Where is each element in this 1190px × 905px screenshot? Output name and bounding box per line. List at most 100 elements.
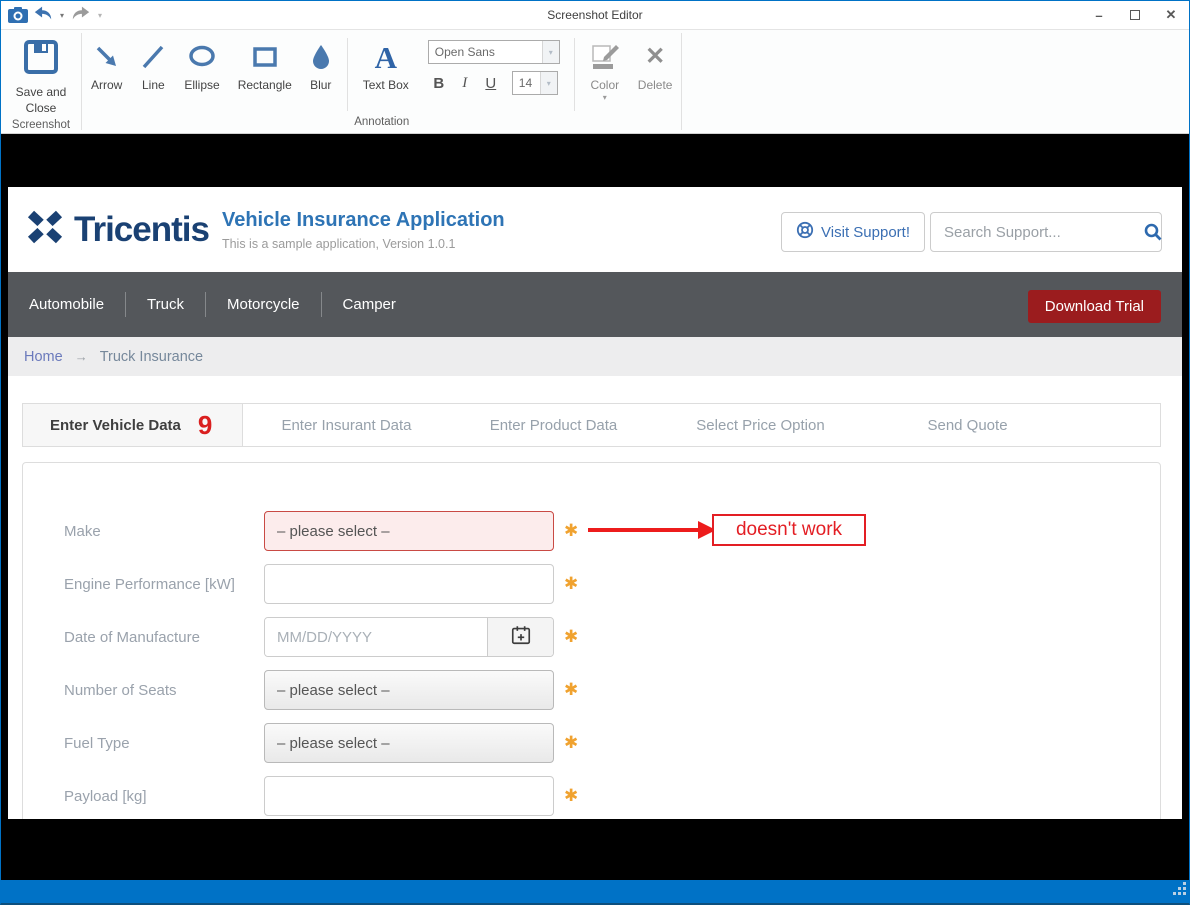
- nav-item-truck[interactable]: Truck: [126, 296, 205, 313]
- font-size-value: 14: [513, 76, 540, 90]
- delete-button[interactable]: ✕ Delete: [629, 36, 682, 92]
- form-row-engine-performance: Engine Performance [kW] ✱: [23, 564, 1160, 604]
- calendar-button[interactable]: [487, 618, 553, 656]
- required-asterisk-icon: ✱: [564, 680, 578, 700]
- number-of-seats-label: Number of Seats: [64, 682, 264, 699]
- ribbon: Save and Close Screenshot Arrow Line Ell…: [1, 30, 1189, 134]
- calendar-icon: [510, 624, 532, 651]
- download-trial-button[interactable]: Download Trial: [1028, 290, 1161, 323]
- visit-support-label: Visit Support!: [821, 224, 910, 241]
- tab-enter-insurant-data[interactable]: Enter Insurant Data: [243, 404, 450, 446]
- fuel-type-label: Fuel Type: [64, 735, 264, 752]
- font-family-value: Open Sans: [429, 45, 542, 59]
- font-size-select[interactable]: 14 ▾: [512, 71, 558, 95]
- site-header: Tricentis Vehicle Insurance Application …: [8, 187, 1182, 272]
- editor-canvas[interactable]: Tricentis Vehicle Insurance Application …: [1, 134, 1189, 880]
- line-tool-button[interactable]: Line: [131, 36, 175, 92]
- arrow-tool-label: Arrow: [91, 78, 122, 92]
- font-panel: Open Sans ▾ B I U 14 ▾: [428, 40, 560, 95]
- payload-label: Payload [kg]: [64, 788, 264, 805]
- main-nav: Automobile Truck Motorcycle Camper Downl…: [8, 272, 1182, 337]
- close-button[interactable]: ✕: [1153, 1, 1189, 29]
- color-button[interactable]: Color ▾: [581, 36, 629, 102]
- title-bar: ▾ ▾ Screenshot Editor – ✕: [1, 1, 1189, 30]
- page-subtitle: This is a sample application, Version 1.…: [222, 237, 505, 251]
- fuel-type-select[interactable]: – please select –: [264, 723, 554, 763]
- captured-webpage: Tricentis Vehicle Insurance Application …: [8, 187, 1182, 819]
- form-row-number-of-seats: Number of Seats – please select – ✱: [23, 670, 1160, 710]
- nav-item-automobile[interactable]: Automobile: [8, 296, 125, 313]
- breadcrumb-arrow-icon: →: [75, 349, 88, 364]
- page-title: Vehicle Insurance Application: [222, 209, 505, 232]
- window-controls: – ✕: [1081, 1, 1189, 29]
- search-input[interactable]: [931, 224, 1143, 241]
- annotation-note-box[interactable]: doesn't work: [712, 514, 866, 546]
- redo-icon: [71, 5, 91, 26]
- arrow-icon: [93, 38, 121, 76]
- font-family-caret-icon: ▾: [542, 41, 559, 63]
- blur-icon: [310, 38, 332, 76]
- ribbon-separator: [574, 38, 575, 111]
- undo-icon: [33, 5, 53, 26]
- minimize-button[interactable]: –: [1081, 1, 1117, 29]
- required-asterisk-icon: ✱: [564, 521, 578, 541]
- rectangle-tool-label: Rectangle: [238, 78, 292, 92]
- italic-button[interactable]: I: [454, 72, 476, 94]
- arrow-tool-button[interactable]: Arrow: [82, 36, 131, 92]
- tab-enter-vehicle-data[interactable]: Enter Vehicle Data 9: [23, 404, 243, 446]
- color-icon: [590, 38, 620, 76]
- line-tool-label: Line: [142, 78, 165, 92]
- screenshot-editor-window: ▾ ▾ Screenshot Editor – ✕ Save and Close: [0, 0, 1190, 905]
- font-family-select[interactable]: Open Sans ▾: [428, 40, 560, 64]
- resize-grip[interactable]: [1173, 882, 1187, 901]
- textbox-icon: A: [375, 42, 397, 73]
- annotation-step-number[interactable]: 9: [198, 412, 212, 438]
- make-label: Make: [64, 523, 264, 540]
- rectangle-tool-button[interactable]: Rectangle: [229, 36, 301, 92]
- ribbon-separator: [347, 38, 348, 111]
- support-search: [930, 212, 1162, 252]
- tab-select-price-option[interactable]: Select Price Option: [657, 404, 864, 446]
- tricentis-logo: Tricentis: [25, 207, 209, 252]
- ellipse-tool-button[interactable]: Ellipse: [175, 36, 228, 92]
- ribbon-group-separator: [681, 33, 682, 130]
- textbox-tool-button[interactable]: A Text Box: [354, 36, 418, 92]
- maximize-icon: [1130, 10, 1140, 20]
- redo-button[interactable]: [69, 3, 93, 27]
- make-select[interactable]: – please select –: [264, 511, 554, 551]
- ellipse-tool-label: Ellipse: [184, 78, 219, 92]
- undo-button[interactable]: [31, 3, 55, 27]
- visit-support-button[interactable]: Visit Support!: [781, 212, 925, 252]
- maximize-button[interactable]: [1117, 1, 1153, 29]
- window-title: Screenshot Editor: [1, 8, 1189, 22]
- save-and-close-button[interactable]: Save and Close: [1, 36, 81, 116]
- search-icon[interactable]: [1143, 222, 1163, 242]
- engine-performance-label: Engine Performance [kW]: [64, 576, 264, 593]
- tab-enter-product-data[interactable]: Enter Product Data: [450, 404, 657, 446]
- life-ring-icon: [796, 221, 814, 243]
- tab-send-quote[interactable]: Send Quote: [864, 404, 1071, 446]
- engine-performance-input[interactable]: [264, 564, 554, 604]
- nav-item-motorcycle[interactable]: Motorcycle: [206, 296, 321, 313]
- breadcrumb-home-link[interactable]: Home: [24, 349, 63, 365]
- bold-button[interactable]: B: [428, 72, 450, 94]
- rectangle-icon: [251, 38, 279, 76]
- date-of-manufacture-label: Date of Manufacture: [64, 629, 264, 646]
- nav-item-camper[interactable]: Camper: [322, 296, 417, 313]
- brand-name: Tricentis: [74, 210, 209, 250]
- blur-tool-button[interactable]: Blur: [301, 36, 341, 92]
- breadcrumb: Home → Truck Insurance: [8, 337, 1182, 376]
- tricentis-x-icon: [25, 207, 65, 252]
- wizard-tabs: Enter Vehicle Data 9 Enter Insurant Data…: [22, 403, 1161, 447]
- payload-input[interactable]: [264, 776, 554, 816]
- redo-dropdown-caret[interactable]: ▾: [96, 11, 104, 20]
- number-of-seats-select[interactable]: – please select –: [264, 670, 554, 710]
- annotation-arrow-icon[interactable]: [586, 517, 718, 548]
- underline-button[interactable]: U: [480, 72, 502, 94]
- undo-dropdown-caret[interactable]: ▾: [58, 11, 66, 20]
- active-tab-label: Enter Vehicle Data: [50, 417, 181, 434]
- date-of-manufacture-input[interactable]: [265, 618, 487, 656]
- delete-icon: ✕: [645, 45, 665, 69]
- required-asterisk-icon: ✱: [564, 733, 578, 753]
- status-bar: [1, 880, 1189, 903]
